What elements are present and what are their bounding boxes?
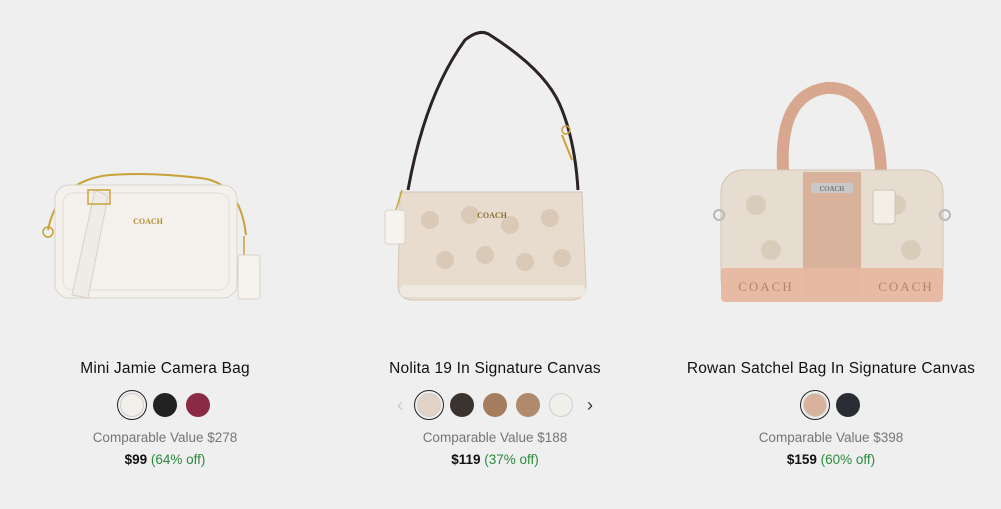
sale-price: $159 — [786, 452, 817, 467]
color-swatch-black[interactable] — [153, 393, 177, 417]
chevron-left-icon[interactable]: ‹ — [392, 394, 408, 416]
color-swatch-khaki[interactable] — [516, 393, 540, 417]
color-swatch-chalk[interactable] — [414, 390, 444, 420]
product-card[interactable]: COACH COACH COACH Rowan Satchel Bag In S… — [661, 0, 1001, 509]
comparable-value: Comparable Value $188 — [422, 430, 568, 445]
camera-bag-image[interactable]: COACH — [0, 0, 330, 340]
color-swatches — [0, 390, 330, 420]
discount-percent: (60% off) — [820, 452, 876, 467]
price-line: $119 (37% off) — [330, 452, 660, 467]
brand-logo: COACH — [738, 279, 794, 294]
discount-percent: (64% off) — [150, 452, 206, 467]
comparable-value: Comparable Value $398 — [758, 430, 904, 445]
color-swatch-pink[interactable] — [799, 390, 830, 420]
product-card[interactable]: COACH Nolita 19 In Signature Canvas ‹ › … — [330, 0, 660, 509]
product-card[interactable]: COACH Mini Jamie Camera Bag Comparable V… — [0, 0, 330, 509]
brand-logo: COACH — [133, 217, 164, 226]
color-swatches: ‹ › — [330, 390, 660, 420]
color-swatches — [661, 390, 1001, 420]
chevron-right-icon[interactable]: › — [582, 394, 598, 416]
price-line: $159 (60% off) — [661, 452, 1001, 467]
product-name[interactable]: Nolita 19 In Signature Canvas — [330, 360, 660, 378]
brand-logo: COACH — [477, 211, 508, 220]
brand-logo: COACH — [878, 279, 934, 294]
color-swatch-tan[interactable] — [483, 393, 507, 417]
color-swatch-brown-black[interactable] — [450, 393, 474, 417]
color-swatch-ivory[interactable] — [117, 390, 147, 420]
product-name[interactable]: Rowan Satchel Bag In Signature Canvas — [661, 360, 1001, 378]
color-swatch-charcoal[interactable] — [835, 393, 860, 417]
color-swatch-wine[interactable] — [186, 393, 210, 417]
discount-percent: (37% off) — [484, 452, 539, 467]
sale-price: $119 — [451, 452, 481, 467]
price-line: $99 (64% off) — [0, 452, 330, 467]
product-name[interactable]: Mini Jamie Camera Bag — [0, 360, 330, 378]
color-swatch-cream[interactable] — [549, 393, 573, 417]
comparable-value: Comparable Value $278 — [92, 430, 238, 445]
sale-price: $99 — [124, 452, 148, 467]
satchel-bag-image[interactable]: COACH COACH COACH — [661, 0, 1001, 340]
brand-logo: COACH — [820, 185, 845, 193]
shoulder-bag-image[interactable]: COACH — [330, 0, 660, 340]
product-grid: COACH Mini Jamie Camera Bag Comparable V… — [0, 0, 1001, 509]
